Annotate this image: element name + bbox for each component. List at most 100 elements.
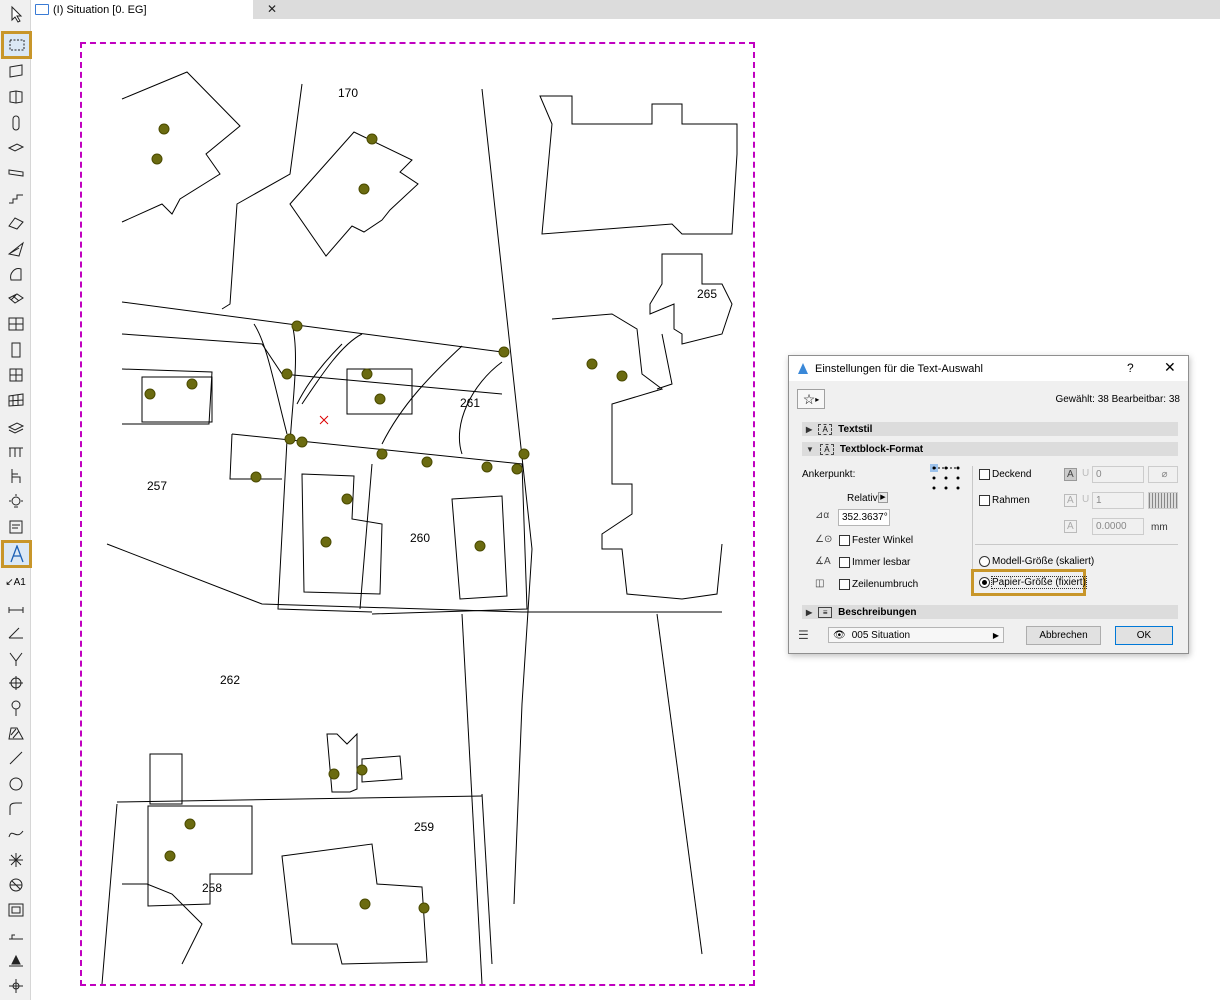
column-tool-icon[interactable] <box>3 112 28 134</box>
section-textstil-label: Textstil <box>838 423 873 435</box>
railing-tool-icon[interactable] <box>3 415 28 437</box>
radial-dimension-tool-icon[interactable] <box>3 647 28 669</box>
no-fill-button[interactable]: ⌀ <box>1148 466 1178 483</box>
section-textblock-format[interactable]: ▼ A Textblock-Format <box>802 442 1178 456</box>
marker-tool-icon[interactable] <box>3 975 28 997</box>
close-dialog-button[interactable]: ✕ <box>1164 359 1176 376</box>
wrap-checkbox[interactable] <box>839 579 850 590</box>
hotspot-tool-icon[interactable] <box>3 849 28 871</box>
plan-label[interactable]: 258 <box>202 881 222 895</box>
opaque-checkbox[interactable] <box>979 469 990 480</box>
drawing-canvas[interactable]: 170 265 261 257 260 262 259 258 <box>80 42 755 986</box>
descriptions-icon: ≡ <box>818 606 833 618</box>
help-button[interactable]: ? <box>1127 361 1134 375</box>
angle-icon: ⊿α <box>815 510 830 521</box>
shell-tool-icon[interactable] <box>3 238 28 260</box>
line-tool-icon[interactable] <box>3 747 28 769</box>
opaque-label: Deckend <box>992 469 1032 480</box>
collapse-icon: ▼ <box>806 444 814 454</box>
curtain-wall-tool-icon[interactable] <box>3 86 28 108</box>
beam-tool-icon[interactable] <box>3 137 28 159</box>
chair-tool-icon[interactable] <box>3 465 28 487</box>
readable-icon: ∡A <box>815 556 831 567</box>
star-icon: ☆ <box>802 390 816 407</box>
tab-title: (I) Situation [0. EG] <box>53 3 147 16</box>
section-beschreibungen[interactable]: ▶ ≡ Beschreibungen <box>802 605 1178 619</box>
always-readable-checkbox[interactable] <box>839 557 850 568</box>
window-tool-icon[interactable] <box>3 313 28 335</box>
building-outline <box>289 131 419 257</box>
elevation-tool-icon[interactable] <box>3 925 28 947</box>
text-tool-icon[interactable] <box>1 540 32 568</box>
mesh-tool-icon[interactable] <box>3 288 28 310</box>
ok-button[interactable]: OK <box>1115 626 1173 645</box>
close-tab-icon[interactable]: ✕ <box>267 2 277 16</box>
layer-dropdown[interactable]: 👁 005 Situation ▶ <box>828 627 1004 643</box>
frame-pen-field[interactable]: 1 <box>1092 492 1144 509</box>
cancel-button[interactable]: Abbrechen <box>1026 626 1101 645</box>
figure-tool-icon[interactable] <box>3 874 28 896</box>
text-block-icon: A <box>819 443 834 455</box>
skylight-tool-icon[interactable] <box>3 364 28 386</box>
drawing-tool-icon[interactable] <box>3 899 28 921</box>
worksheet-tool-icon[interactable] <box>3 950 28 972</box>
fill-tool-icon[interactable] <box>3 722 28 744</box>
tab-situation[interactable]: (I) Situation [0. EG] <box>31 0 253 19</box>
wrap-label: Zeilenumbruch <box>852 579 919 590</box>
favorites-button[interactable]: ☆ ▸ <box>797 389 825 409</box>
toolbox: ↙A1 <box>0 0 32 1000</box>
frame-offset-field[interactable]: 0.0000 <box>1092 518 1144 535</box>
fixed-angle-label: Fester Winkel <box>852 535 914 546</box>
opaque-pen-field[interactable]: 0 <box>1092 466 1144 483</box>
relative-label: Relativ <box>847 493 878 504</box>
chevron-right-icon: ▶ <box>992 630 999 640</box>
plan-label[interactable]: 259 <box>414 820 434 834</box>
paper-size-radio[interactable] <box>979 577 990 588</box>
paper-size-label: Papier-Größe (fixiert) <box>991 576 1087 589</box>
wall-tool-icon[interactable] <box>3 60 28 82</box>
plan-label[interactable]: 257 <box>147 479 167 493</box>
level-dimension-tool-icon[interactable] <box>3 672 28 694</box>
polyline-tool-icon[interactable] <box>3 798 28 820</box>
relative-toggle-button[interactable]: ▶ <box>878 492 888 503</box>
dialog-title: Einstellungen für die Text-Auswahl <box>815 362 983 375</box>
zone-tool-icon[interactable] <box>3 516 28 538</box>
marquee-tool-icon[interactable] <box>1 31 32 59</box>
stair-rail-tool-icon[interactable] <box>3 440 28 462</box>
roof-tool-icon[interactable] <box>3 212 28 234</box>
eye-icon: 👁 <box>833 629 846 641</box>
layers-icon: ☰ <box>798 628 809 642</box>
fixed-angle-checkbox[interactable] <box>839 535 850 546</box>
site-plan-drawing: 170 265 261 257 260 262 259 258 <box>101 71 738 984</box>
always-readable-label: Immer lesbar <box>852 557 911 568</box>
plan-label[interactable]: 260 <box>410 531 430 545</box>
frame-checkbox[interactable] <box>979 495 990 506</box>
stair-tool-icon[interactable] <box>3 187 28 209</box>
angle-dimension-tool-icon[interactable] <box>3 621 28 643</box>
lamp-tool-icon[interactable] <box>3 491 28 513</box>
plan-label[interactable]: 170 <box>338 86 358 100</box>
circle-tool-icon[interactable] <box>3 773 28 795</box>
expand-icon: ▶ <box>806 424 813 434</box>
anchor-point-grid-icon[interactable] <box>930 464 962 492</box>
spline-tool-icon[interactable] <box>3 823 28 845</box>
door-tool-icon[interactable] <box>3 339 28 361</box>
angle-field[interactable]: 352.3637° <box>838 509 890 526</box>
plan-label[interactable]: 261 <box>460 396 480 410</box>
section-textblock-label: Textblock-Format <box>839 443 924 455</box>
dimension-tool-icon[interactable] <box>3 596 28 618</box>
plan-label[interactable]: 262 <box>220 673 240 687</box>
slab-tool-icon[interactable] <box>3 162 28 184</box>
curtain-tool-icon[interactable] <box>3 389 28 411</box>
section-textstil[interactable]: ▶ A Textstil <box>802 422 1178 436</box>
morph-tool-icon[interactable] <box>3 263 28 285</box>
selection-info: Gewählt: 38 Bearbeitbar: 38 <box>1055 394 1180 405</box>
arrow-tool-icon[interactable] <box>3 3 28 25</box>
anchor-label: Ankerpunkt: <box>802 469 856 480</box>
plan-label[interactable]: 265 <box>697 287 717 301</box>
model-size-radio[interactable] <box>979 556 990 567</box>
line-type-button[interactable] <box>1148 492 1178 509</box>
elevation-marker-tool-icon[interactable] <box>3 697 28 719</box>
text-style-icon: A <box>818 423 833 435</box>
label-tool-icon[interactable]: ↙A1 <box>3 571 28 593</box>
